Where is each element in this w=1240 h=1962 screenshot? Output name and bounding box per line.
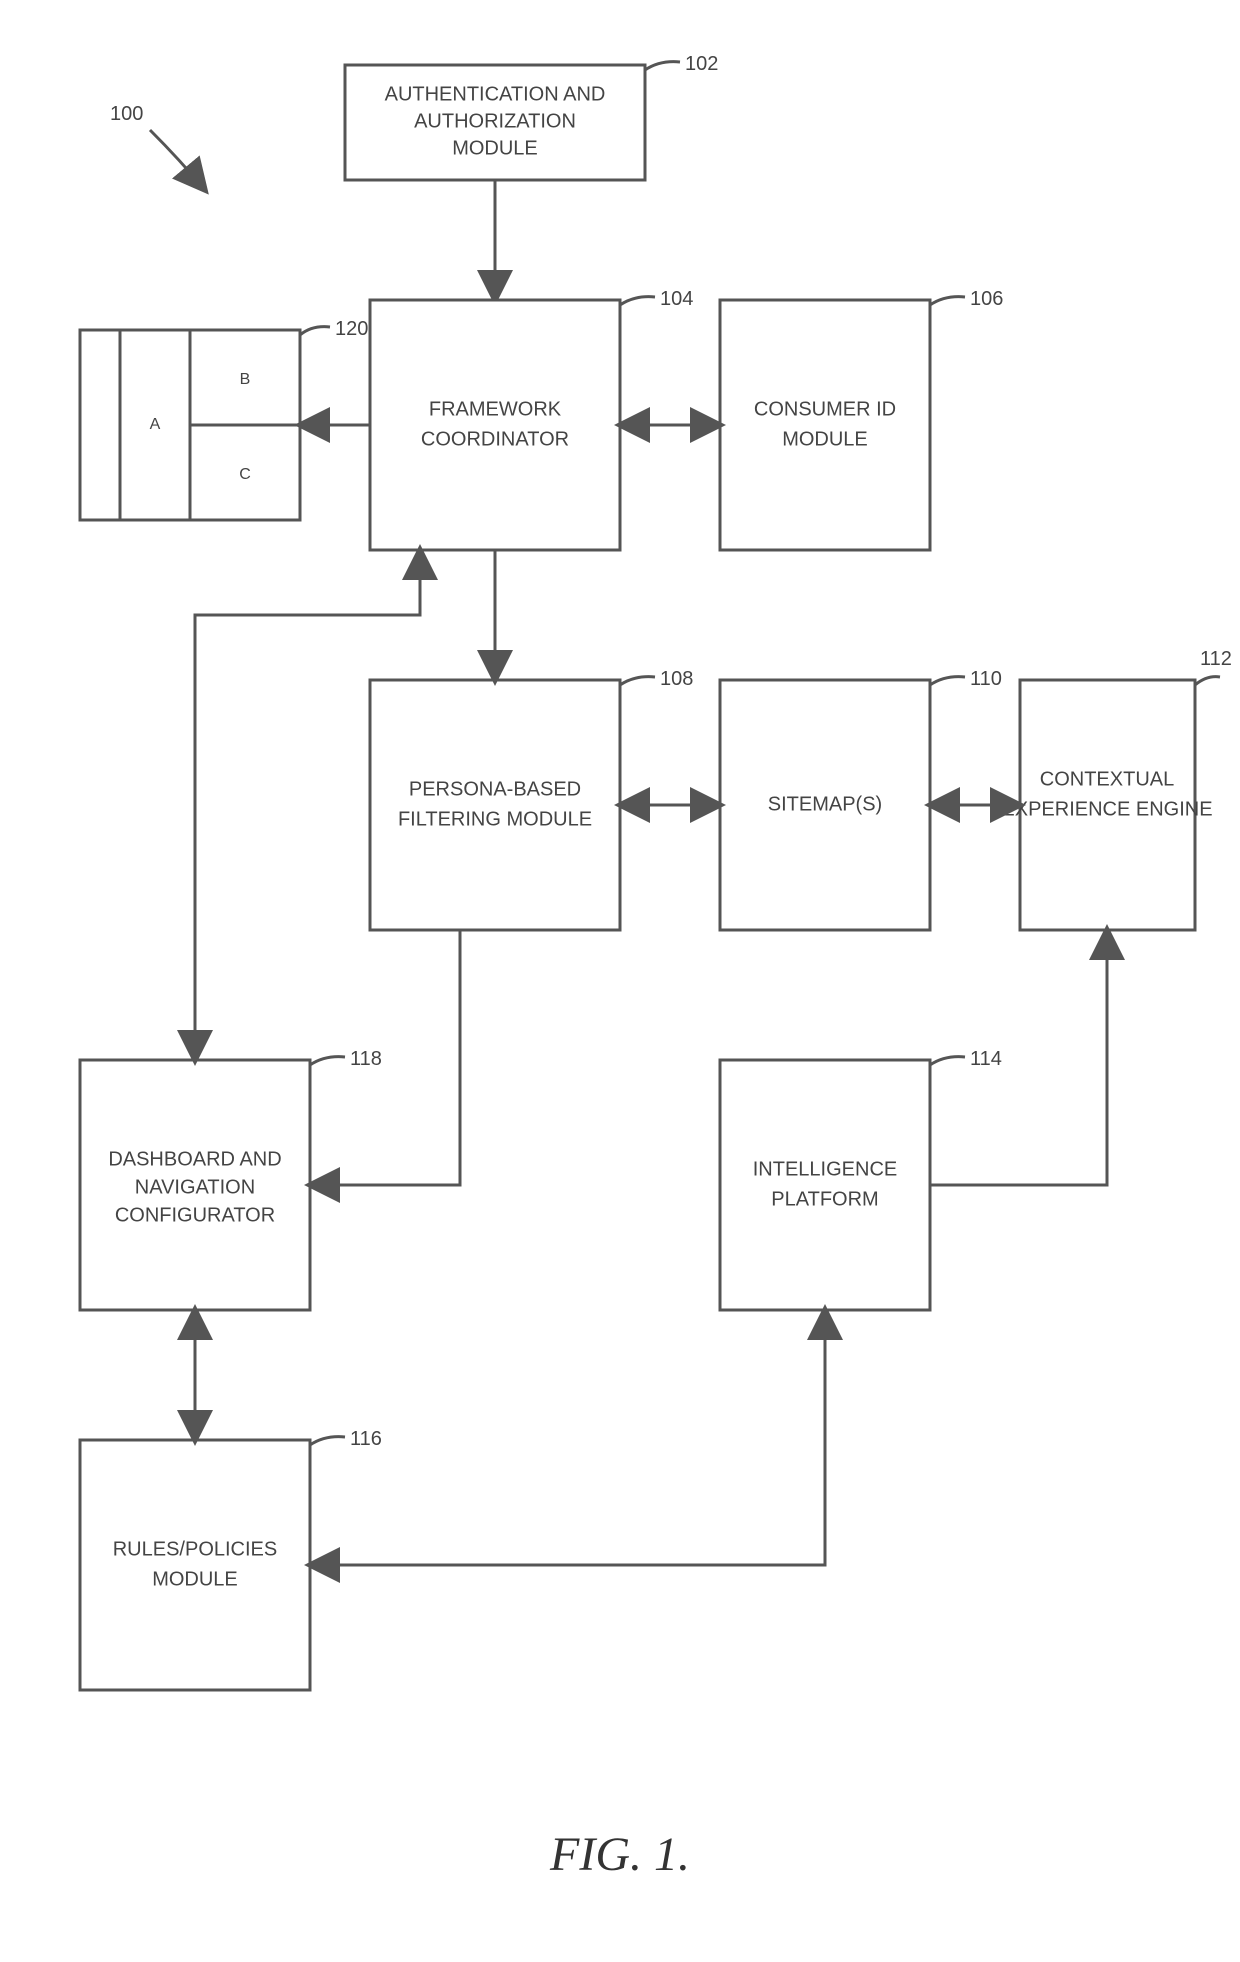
- n112-ref: 112: [1200, 648, 1232, 670]
- node-sitemaps: SITEMAP(S) 110: [720, 668, 1002, 930]
- n114-l2: PLATFORM: [771, 1188, 878, 1210]
- n114-ref: 114: [970, 1048, 1002, 1070]
- node-dashboard-configurator: DASHBOARD AND NAVIGATION CONFIGURATOR 11…: [80, 1048, 382, 1310]
- n112-l1: CONTEXTUAL: [1040, 768, 1174, 790]
- n102-l2: AUTHORIZATION: [414, 110, 576, 132]
- n104-l2: COORDINATOR: [421, 428, 569, 450]
- node-intelligence-platform: INTELLIGENCE PLATFORM 114: [720, 1048, 1002, 1310]
- n104-l1: FRAMEWORK: [429, 398, 562, 420]
- node-authentication: AUTHENTICATION AND AUTHORIZATION MODULE …: [345, 53, 718, 180]
- n120-B: B: [240, 371, 251, 388]
- node-framework-coordinator: FRAMEWORK COORDINATOR 104: [370, 288, 693, 550]
- n118-l1: DASHBOARD AND: [108, 1148, 281, 1170]
- n102-l1: AUTHENTICATION AND: [385, 83, 606, 105]
- n116-ref: 116: [350, 1428, 382, 1450]
- node-consumer-id: CONSUMER ID MODULE 106: [720, 288, 1003, 550]
- n118-l3: CONFIGURATOR: [115, 1204, 275, 1226]
- n108-ref: 108: [660, 668, 693, 690]
- n116-l1: RULES/POLICIES: [113, 1538, 278, 1560]
- node-persona-filtering: PERSONA-BASED FILTERING MODULE 108: [370, 668, 693, 930]
- n120-ref: 120: [335, 318, 368, 340]
- node-contextual-engine: CONTEXTUAL EXPERIENCE ENGINE 112: [1001, 648, 1231, 930]
- figure-label: FIG. 1.: [549, 1828, 690, 1881]
- sysref-label: 100: [110, 103, 143, 125]
- n102-l3: MODULE: [452, 137, 538, 159]
- n106-ref: 106: [970, 288, 1003, 310]
- node-dashboard-mock: A B C 120: [80, 318, 368, 520]
- n118-l2: NAVIGATION: [135, 1176, 255, 1198]
- n104-ref: 104: [660, 288, 693, 310]
- n120-A: A: [150, 416, 161, 433]
- n116-l2: MODULE: [152, 1568, 238, 1590]
- n120-C: C: [239, 466, 251, 483]
- n114-l1: INTELLIGENCE: [753, 1158, 897, 1180]
- n106-l2: MODULE: [782, 428, 868, 450]
- n108-l1: PERSONA-BASED: [409, 778, 581, 800]
- n106-l1: CONSUMER ID: [754, 398, 896, 420]
- n110-l1: SITEMAP(S): [768, 793, 882, 815]
- node-rules-policies: RULES/POLICIES MODULE 116: [80, 1428, 382, 1690]
- n110-ref: 110: [970, 668, 1002, 690]
- n118-ref: 118: [350, 1048, 382, 1070]
- diagram-canvas: 100 AUTHENTICATION AND AUTHORIZATION MOD…: [0, 0, 1240, 1962]
- n112-l2: EXPERIENCE ENGINE: [1001, 798, 1212, 820]
- n102-ref: 102: [685, 53, 718, 75]
- n108-l2: FILTERING MODULE: [398, 808, 592, 830]
